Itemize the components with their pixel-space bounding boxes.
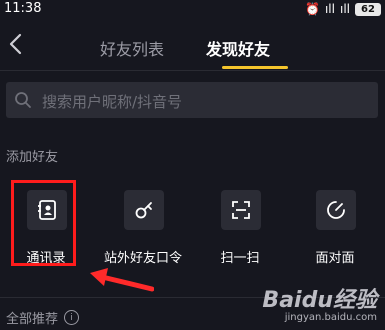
highlight-box	[11, 180, 76, 266]
status-bar: 11:38 ⏰ ıll ıll 62	[0, 0, 385, 18]
tab-discover-friends[interactable]: 发现好友	[206, 36, 270, 60]
search-input[interactable]: 搜索用户昵称/抖音号	[6, 82, 378, 118]
search-placeholder: 搜索用户昵称/抖音号	[42, 93, 183, 111]
invite-code-button[interactable]: 站外好友口令	[97, 190, 189, 270]
all-recommend-title: 全部推荐	[6, 312, 59, 327]
alarm-icon: ⏰	[305, 2, 320, 16]
battery-icon: 62	[355, 2, 381, 16]
pointer-arrow-icon	[88, 268, 155, 298]
all-recommend-header: 全部推荐 i	[6, 308, 80, 327]
face-to-face-button[interactable]: 面对面	[289, 190, 381, 270]
key-icon	[124, 190, 164, 230]
scan-icon	[221, 190, 261, 230]
tab-friends-list[interactable]: 好友列表	[100, 36, 164, 60]
face-to-face-icon	[316, 190, 356, 230]
status-time: 11:38	[4, 1, 42, 16]
signal-icon: ıll	[324, 2, 335, 16]
baidu-watermark: Baidu经验 jingyan.baidu.com	[262, 282, 377, 323]
watermark-brand: Baidu经验	[262, 288, 377, 313]
face-to-face-label: 面对面	[315, 251, 355, 266]
status-icons: ⏰ ıll ıll 62	[305, 0, 381, 18]
add-friends-title: 添加好友	[6, 150, 59, 165]
signal-icon-2: ıll	[339, 2, 350, 16]
active-tab-indicator	[222, 66, 288, 69]
search-icon	[14, 91, 32, 113]
info-icon[interactable]: i	[64, 310, 80, 325]
back-arrow-icon[interactable]	[6, 32, 28, 56]
scan-button[interactable]: 扫一扫	[194, 190, 286, 270]
top-nav: 好友列表 发现好友	[0, 22, 385, 69]
nav-divider	[0, 70, 385, 71]
scan-label: 扫一扫	[220, 251, 260, 266]
invite-code-label: 站外好友口令	[103, 251, 182, 266]
